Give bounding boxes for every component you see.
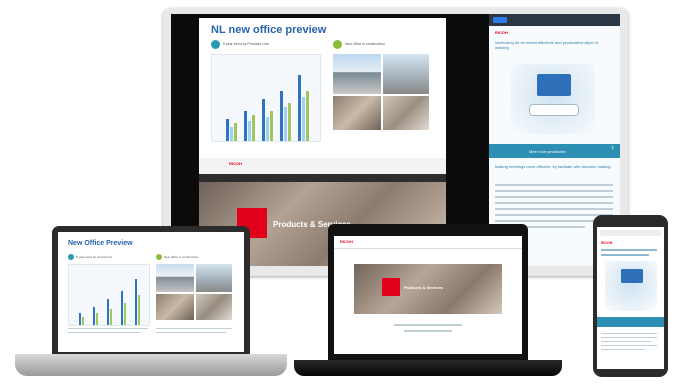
web-navigation-bar [199, 174, 446, 182]
presentation-slide: NL new office preview 5 year trend by Pr… [199, 18, 446, 158]
laptop-left: New Office Preview 5 year trend by produ… [52, 226, 250, 354]
chart-bar [266, 117, 269, 141]
slide-title: NL new office preview [211, 24, 327, 36]
chart-bar [138, 295, 140, 325]
text-line [156, 332, 226, 333]
smartphone: RICOH [593, 215, 668, 377]
chart-bar [96, 313, 98, 325]
chart-bar [93, 307, 95, 325]
text-line [156, 328, 232, 329]
section-label-trend: 5 year trend by product line [76, 255, 113, 259]
chart-bar [280, 91, 283, 141]
text-line [495, 214, 613, 216]
text-line [601, 349, 645, 350]
chart-bar [234, 123, 237, 141]
chart-bar [270, 111, 273, 141]
construction-photo [333, 96, 381, 130]
bar-chart [68, 264, 150, 326]
chart-bar [226, 119, 229, 141]
building-photo [156, 264, 194, 292]
text-line [495, 208, 613, 210]
panel-headline: Verhuizing tot de meest efficiënte and p… [495, 40, 598, 50]
section-label-office: New office in construction [164, 255, 199, 259]
hero-banner: Products & Services [354, 264, 502, 314]
slide-footer: RICOH [199, 158, 446, 174]
phone-cta-bar[interactable] [597, 317, 664, 327]
text-line [495, 196, 613, 198]
phone-address-bar[interactable] [600, 230, 661, 236]
text-line [68, 332, 140, 333]
trend-icon [68, 254, 74, 260]
chart-bar [110, 309, 112, 325]
section-label-trend: 5 year trend by Products Line [223, 42, 269, 46]
chart-bar [252, 115, 255, 141]
text-line [601, 249, 657, 251]
hero-red-block [382, 278, 400, 296]
chart-bar [288, 103, 291, 141]
text-line [495, 184, 613, 186]
chart-bar [298, 75, 301, 141]
text-line [601, 333, 657, 334]
trend-icon [211, 40, 220, 49]
table-icon [529, 104, 579, 116]
panel-ricoh-logo: RICOH [495, 30, 508, 35]
chart-bar [302, 97, 305, 141]
chart-bar [79, 313, 81, 325]
laptop-left-keyboard-deck [15, 354, 287, 376]
chart-bar [306, 91, 309, 141]
ricoh-logo: RICOH [601, 241, 613, 245]
text-line [601, 337, 657, 338]
slide-title: New Office Preview [68, 240, 133, 247]
construction-photo [383, 96, 429, 130]
panel-top-bar [489, 14, 620, 26]
panel-next-arrow-icon[interactable]: › [611, 142, 614, 152]
whiteboard-icon [537, 74, 571, 96]
text-line [601, 254, 649, 256]
hero-title[interactable]: Products & Services [404, 285, 443, 290]
ricoh-logo: RICOH [229, 161, 242, 166]
ricoh-logo[interactable]: RICOH [340, 239, 353, 244]
section-label-office: New office in construction [345, 42, 385, 46]
text-line [404, 330, 452, 332]
menu-button[interactable] [493, 17, 507, 23]
meeting-illustration [605, 261, 657, 311]
laptop-right: RICOH Products & Services [328, 224, 528, 360]
building-photo [383, 54, 429, 94]
laptop-right-screen: RICOH Products & Services [334, 236, 522, 354]
chart-bar [82, 317, 84, 325]
text-line [68, 328, 148, 329]
construction-icon [156, 254, 162, 260]
chart-bar [248, 121, 251, 141]
chart-bar [262, 99, 265, 141]
whiteboard-icon [621, 269, 643, 283]
laptop-right-keyboard-deck [294, 360, 562, 376]
panel-cta-bar[interactable]: Meer over producten [489, 144, 620, 158]
panel-subheadline: Making meetings more efficient, by facil… [495, 164, 611, 169]
text-line [495, 202, 613, 204]
laptop-left-screen: New Office Preview 5 year trend by produ… [58, 232, 244, 352]
chart-bar [135, 279, 137, 325]
building-photo [333, 54, 381, 94]
chart-bar [284, 107, 287, 141]
chart-bar [107, 299, 109, 325]
construction-icon [333, 40, 342, 49]
phone-screen: RICOH [597, 227, 664, 369]
chart-bar [244, 111, 247, 141]
text-line [495, 190, 613, 192]
construction-photo [196, 294, 232, 320]
chart-bar [121, 291, 123, 325]
chart-bar [230, 127, 233, 141]
building-photo [196, 264, 232, 292]
text-line [601, 341, 651, 342]
meeting-illustration [511, 64, 595, 134]
construction-photo [156, 294, 194, 320]
web-header: RICOH [334, 236, 522, 249]
panel-cta-label: Meer over producten [529, 149, 566, 154]
text-line [601, 345, 657, 346]
bar-chart [211, 54, 321, 142]
chart-bar [124, 303, 126, 325]
text-line [394, 324, 462, 326]
